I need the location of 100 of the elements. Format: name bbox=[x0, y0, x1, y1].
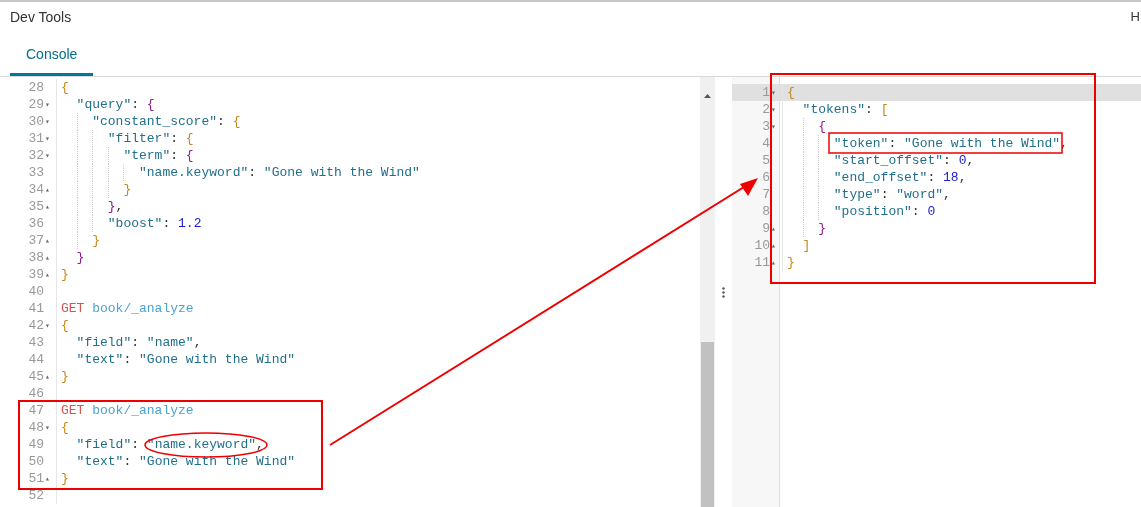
line-number: 33 bbox=[28, 163, 44, 182]
code-token: } bbox=[75, 248, 85, 267]
code-token: : bbox=[248, 163, 258, 182]
fold-arrow-icon[interactable]: ▾ bbox=[771, 122, 780, 131]
fold-arrow-icon[interactable]: ▴ bbox=[45, 253, 54, 262]
code-token: 0 bbox=[927, 202, 936, 221]
code-token: "token" bbox=[832, 134, 889, 153]
code-token: 18 bbox=[943, 168, 959, 187]
line-number: 39 bbox=[28, 265, 44, 284]
fold-arrow-icon[interactable]: ▴ bbox=[45, 185, 54, 194]
code-token: "Gone with the Wind" bbox=[139, 452, 296, 471]
line-number: 28 bbox=[28, 78, 44, 97]
code-token: : bbox=[888, 134, 898, 153]
fold-arrow-icon[interactable]: ▴ bbox=[771, 224, 780, 233]
line-number: 45 bbox=[28, 367, 44, 386]
code-token: ] bbox=[801, 236, 811, 255]
line-number: 41 bbox=[28, 299, 44, 318]
fold-arrow-icon[interactable]: ▴ bbox=[45, 202, 54, 211]
fold-arrow-icon[interactable]: ▾ bbox=[45, 151, 54, 160]
code-token: : bbox=[911, 202, 921, 221]
code-token: "type" bbox=[832, 185, 881, 204]
line-number: 47 bbox=[28, 401, 44, 420]
code-token: { bbox=[185, 146, 194, 165]
code-token: { bbox=[146, 95, 155, 114]
code-token: { bbox=[61, 316, 69, 335]
code-token: "Gone with the Wind" bbox=[139, 350, 296, 369]
fold-arrow-icon[interactable]: ▴ bbox=[771, 241, 780, 250]
code-token: "constant_score" bbox=[91, 112, 218, 131]
code-token: "name.keyword" bbox=[146, 435, 257, 454]
line-number: 29 bbox=[28, 95, 44, 114]
code-token: "name" bbox=[146, 333, 194, 352]
app-title: Dev Tools bbox=[10, 7, 72, 27]
line-number: 7 bbox=[762, 185, 770, 204]
code-token: : bbox=[217, 112, 226, 131]
scroll-up-icon[interactable] bbox=[704, 94, 711, 98]
code-token: "text" bbox=[75, 350, 124, 369]
fold-arrow-icon[interactable]: ▾ bbox=[45, 321, 54, 330]
fold-arrow-icon[interactable]: ▾ bbox=[45, 423, 54, 432]
code-token: [ bbox=[880, 100, 889, 119]
line-number: 2 bbox=[762, 100, 770, 119]
code-token: "Gone with the Wind" bbox=[904, 134, 1061, 153]
code-token: , bbox=[256, 435, 264, 454]
header-link[interactable]: H bbox=[1130, 7, 1141, 27]
code-token: "term" bbox=[122, 146, 171, 165]
code-token: : bbox=[865, 100, 874, 119]
code-token: 0 bbox=[958, 151, 967, 170]
code-token: "end_offset" bbox=[832, 168, 928, 187]
line-number: 9 bbox=[762, 219, 770, 238]
fold-arrow-icon[interactable]: ▴ bbox=[45, 270, 54, 279]
code-token: "tokens" bbox=[801, 100, 865, 119]
line-number: 3 bbox=[762, 117, 770, 136]
fold-arrow-icon[interactable]: ▴ bbox=[45, 372, 54, 381]
code-token: : bbox=[162, 214, 172, 233]
code-token: { bbox=[817, 117, 826, 136]
code-token: } bbox=[61, 469, 69, 488]
fold-arrow-icon[interactable]: ▾ bbox=[771, 88, 780, 97]
code-token: "start_offset" bbox=[832, 151, 944, 170]
scrollbar[interactable] bbox=[700, 77, 715, 507]
code-token: } bbox=[106, 197, 116, 216]
line-number: 43 bbox=[28, 333, 44, 352]
code-token: : bbox=[131, 333, 141, 352]
code-token: , bbox=[115, 197, 124, 216]
line-number: 44 bbox=[28, 350, 44, 369]
line-number: 6 bbox=[762, 168, 770, 187]
line-number: 34 bbox=[28, 180, 44, 199]
fold-arrow-icon[interactable]: ▴ bbox=[45, 474, 54, 483]
code-token: : bbox=[131, 435, 141, 454]
line-number: 50 bbox=[28, 452, 44, 471]
code-token: } bbox=[61, 367, 69, 386]
line-number: 51 bbox=[28, 469, 44, 488]
code-token: , bbox=[943, 185, 951, 204]
line-number: 38 bbox=[28, 248, 44, 267]
code-token: book/_analyze bbox=[92, 401, 194, 420]
line-number: 35 bbox=[28, 197, 44, 216]
code-token: : bbox=[131, 95, 141, 114]
code-token: book/_analyze bbox=[92, 299, 194, 318]
console-tab[interactable]: Console bbox=[10, 32, 94, 76]
code-token: "boost" bbox=[106, 214, 163, 233]
code-token: : bbox=[170, 129, 180, 148]
code-token: "field" bbox=[75, 435, 132, 454]
code-token: 1.2 bbox=[178, 214, 202, 233]
line-number: 5 bbox=[762, 151, 770, 170]
line-number: 8 bbox=[762, 202, 770, 221]
fold-arrow-icon[interactable]: ▾ bbox=[45, 134, 54, 143]
fold-arrow-icon[interactable]: ▾ bbox=[45, 117, 54, 126]
code-token: "field" bbox=[75, 333, 132, 352]
fold-arrow-icon[interactable]: ▾ bbox=[45, 100, 54, 109]
resize-handle-icon[interactable] bbox=[722, 286, 725, 298]
code-token: : bbox=[880, 185, 890, 204]
fold-arrow-icon[interactable]: ▾ bbox=[771, 105, 780, 114]
code-token: { bbox=[787, 83, 795, 102]
fold-arrow-icon[interactable]: ▴ bbox=[45, 236, 54, 245]
code-token: "text" bbox=[75, 452, 124, 471]
fold-arrow-icon[interactable]: ▴ bbox=[771, 258, 780, 267]
code-token: "word" bbox=[896, 185, 944, 204]
scrollbar-thumb[interactable] bbox=[701, 342, 714, 507]
code-token: : bbox=[123, 452, 133, 471]
line-number: 36 bbox=[28, 214, 44, 233]
line-number: 42 bbox=[28, 316, 44, 335]
line-number: 37 bbox=[28, 231, 44, 250]
